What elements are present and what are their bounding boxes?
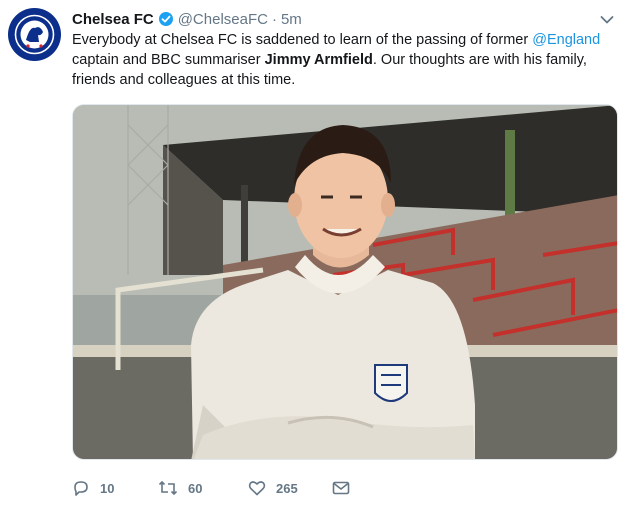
player-photo [73,105,617,459]
direct-message-button[interactable] [332,480,350,496]
verified-badge-icon [158,11,174,27]
retweet-count: 60 [188,480,203,496]
like-count: 265 [276,480,298,496]
highlighted-name: Jimmy Armfield [264,52,373,68]
author-handle[interactable]: @ChelseaFC [178,11,268,28]
mention-link[interactable]: @England [532,32,600,48]
tweet-text: Everybody at Chelsea FC is saddened to l… [72,30,617,90]
chelsea-crest-icon [9,9,60,60]
chevron-down-icon [600,16,614,24]
reply-button[interactable]: 10 [72,479,114,497]
heart-icon [248,481,266,496]
envelope-icon [332,481,350,495]
more-options-button[interactable] [600,12,614,30]
separator-dot: · [271,10,277,28]
avatar[interactable] [8,8,61,61]
retweet-button[interactable]: 60 [158,479,202,497]
text-part-1: Everybody at Chelsea FC is saddened to l… [72,32,533,48]
text-part-2: captain and BBC summariser [72,52,265,68]
tweet-header: Chelsea FC @ChelseaFC · 5m [72,9,302,29]
reply-count: 10 [100,480,115,496]
author-name[interactable]: Chelsea FC [72,11,154,28]
tweet-photo[interactable] [72,104,618,460]
tweet-card[interactable]: Chelsea FC @ChelseaFC · 5m Everybody at … [0,0,640,510]
timestamp[interactable]: 5m [281,11,302,28]
like-button[interactable]: 265 [248,479,298,497]
reply-icon [74,481,88,496]
retweet-icon [158,480,178,496]
